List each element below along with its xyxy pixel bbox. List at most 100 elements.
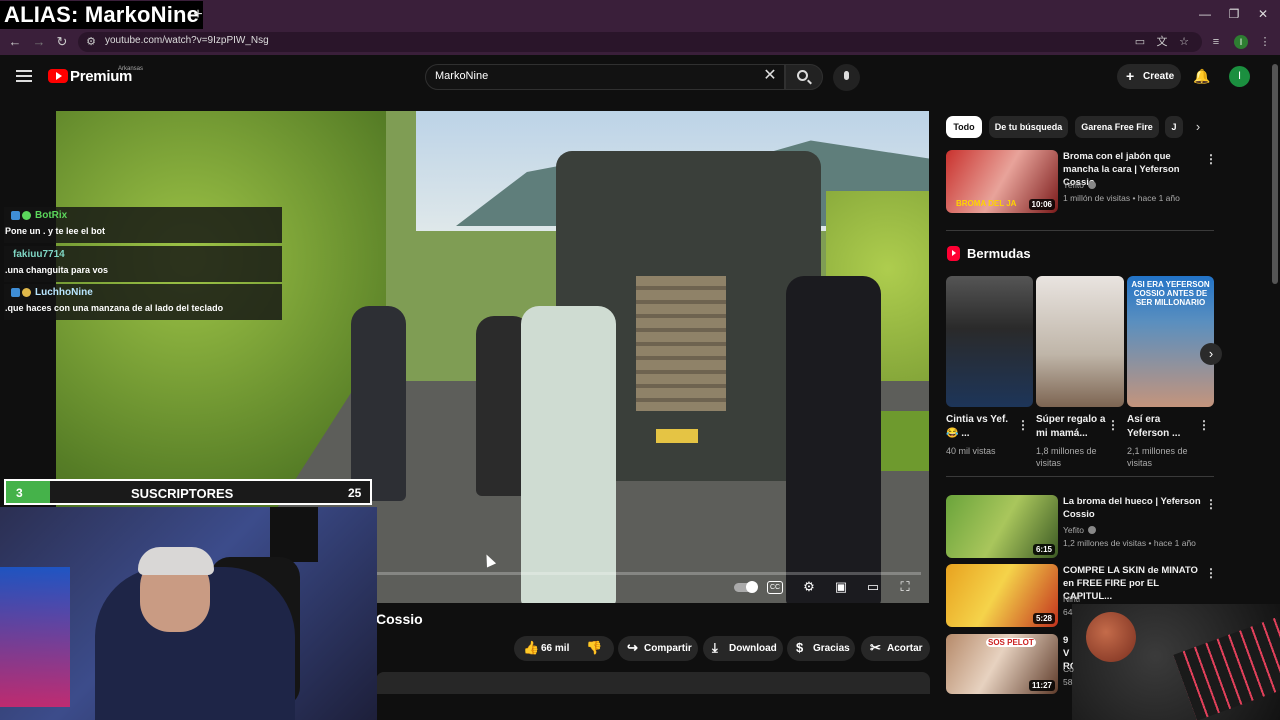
clip-button[interactable]: ✂ Acortar: [861, 636, 930, 661]
chip-search[interactable]: De tu búsqueda: [989, 116, 1068, 138]
back-icon[interactable]: ←: [5, 33, 25, 51]
short-thumbnail[interactable]: ASI ERA YEFERSON COSSIO ANTES DE SER MIL…: [1127, 276, 1214, 407]
channel-name[interactable]: Yefito: [1063, 179, 1084, 191]
browser-menu-icon[interactable]: ⋮: [1257, 34, 1273, 50]
video-duration: 6:15: [1032, 544, 1055, 555]
video-frame-person: [351, 306, 406, 501]
cast-icon[interactable]: ▭: [1132, 34, 1148, 50]
streamer-webcam: [0, 507, 377, 720]
download-icon: ⤓: [712, 640, 718, 655]
channel-name[interactable]: Yefito: [1063, 524, 1084, 536]
thanks-button[interactable]: $ Gracias: [787, 636, 855, 661]
more-options-icon[interactable]: ⋮: [1205, 497, 1217, 511]
translate-icon[interactable]: 文: [1154, 34, 1170, 50]
video-thumbnail[interactable]: SOS PELOT 11:27: [946, 634, 1058, 694]
like-dislike-group[interactable]: 👍 66 mil 👎: [514, 636, 614, 661]
subscriber-goal-bar: 3 SUSCRIPTORES 25: [4, 479, 372, 505]
create-button[interactable]: + Create: [1117, 64, 1181, 89]
video-duration: 5:28: [1032, 613, 1055, 624]
forward-icon[interactable]: →: [29, 33, 49, 51]
share-button[interactable]: ↪ Compartir: [618, 636, 698, 661]
short-title[interactable]: Así era Yeferson ...: [1127, 413, 1197, 441]
new-tab-button[interactable]: +: [188, 5, 208, 25]
url-text[interactable]: youtube.com/watch?v=9IzpPIW_Nsg: [105, 35, 269, 46]
share-icon: ↪: [627, 640, 638, 655]
chat-message: BotRix Pone un . y te lee el bot: [4, 207, 282, 243]
subscriber-label: SUSCRIPTORES: [131, 486, 234, 501]
short-thumbnail[interactable]: [946, 276, 1033, 407]
section-divider: [946, 230, 1214, 231]
video-thumbnail[interactable]: BROMA DEL JA 10:06: [946, 150, 1058, 213]
search-button[interactable]: [785, 64, 823, 90]
download-button[interactable]: ⤓ Download: [703, 636, 783, 661]
download-label: Download: [729, 643, 777, 654]
like-count[interactable]: 66 mil: [541, 643, 569, 654]
site-info-icon[interactable]: ⚙: [83, 34, 99, 50]
video-thumbnail[interactable]: 5:28: [946, 564, 1058, 627]
video-meta: 58: [1063, 677, 1073, 687]
create-label: Create: [1143, 71, 1175, 82]
region-label: Arkansas: [118, 66, 144, 72]
more-options-icon[interactable]: ⋮: [1205, 566, 1217, 580]
autoplay-toggle[interactable]: [734, 581, 758, 593]
video-duration: 10:06: [1028, 199, 1055, 210]
theater-mode-icon[interactable]: ▭: [863, 578, 883, 596]
bookmark-star-icon[interactable]: ☆: [1176, 34, 1192, 50]
more-options-icon[interactable]: ⋮: [1205, 152, 1217, 166]
chip-free-fire[interactable]: Garena Free Fire: [1075, 116, 1159, 138]
clear-search-icon[interactable]: ✕: [762, 68, 778, 84]
browser-profile-icon[interactable]: I: [1234, 35, 1248, 49]
thumbnail-text: BROMA DEL JA: [956, 199, 1017, 208]
streamer-hair: [138, 547, 214, 575]
like-icon[interactable]: 👍: [523, 640, 539, 656]
video-title[interactable]: COMPRE LA SKIN de MINATO en FREE FIRE po…: [1063, 564, 1203, 603]
description-box[interactable]: [376, 672, 930, 694]
short-title[interactable]: Súper regalo a mi mamá...: [1036, 413, 1106, 441]
video-title[interactable]: Broma con el jabón que mancha la cara | …: [1063, 150, 1203, 189]
hand-camera: [1072, 604, 1280, 720]
subscriber-goal-fill: [6, 481, 50, 503]
settings-gear-icon[interactable]: ⚙: [799, 578, 819, 596]
more-options-icon[interactable]: ⋮: [1107, 418, 1119, 432]
video-frame-crate: [636, 276, 726, 411]
fullscreen-icon[interactable]: ⛶: [895, 578, 915, 596]
more-options-icon[interactable]: ⋮: [1198, 418, 1210, 432]
more-options-icon[interactable]: ⋮: [1017, 418, 1029, 432]
subscriber-goal: 25: [348, 486, 362, 500]
short-title[interactable]: Cintia vs Yef. 😂 ...: [946, 413, 1016, 441]
subtitles-icon[interactable]: CC: [767, 581, 783, 594]
close-window-icon[interactable]: ✕: [1252, 5, 1274, 23]
sub-badge-icon: [22, 288, 31, 297]
notifications-bell-icon[interactable]: 🔔: [1193, 68, 1210, 84]
account-avatar[interactable]: I: [1229, 66, 1250, 87]
chip-todo[interactable]: Todo: [946, 116, 982, 138]
video-title[interactable]: La broma del hueco | Yeferson Cossio: [1063, 495, 1203, 521]
reading-list-icon[interactable]: ≡: [1208, 34, 1224, 50]
thumbnail-text: ASI ERA YEFERSON COSSIO ANTES DE SER MIL…: [1131, 280, 1210, 307]
mod-badge-icon: [11, 211, 20, 220]
youtube-logo-icon[interactable]: [48, 69, 68, 83]
keyboard-object: [1173, 617, 1280, 720]
search-icon: [797, 70, 808, 81]
verified-badge-icon: [22, 211, 31, 220]
hamburger-menu-icon[interactable]: [16, 68, 32, 84]
minimize-icon[interactable]: —: [1194, 5, 1216, 23]
restore-icon[interactable]: ❐: [1223, 5, 1245, 23]
shorts-next-arrow-icon[interactable]: ›: [1200, 343, 1222, 365]
shorts-icon: [947, 246, 960, 261]
voice-search-button[interactable]: [833, 64, 860, 91]
dislike-icon[interactable]: 👎: [586, 640, 602, 656]
short-views: 40 mil vistas: [946, 446, 996, 456]
page-scrollbar[interactable]: [1272, 64, 1278, 284]
search-input-value[interactable]: MarkoNine: [435, 70, 488, 82]
reload-icon[interactable]: ↻: [52, 33, 72, 51]
chevron-right-icon[interactable]: ›: [1190, 119, 1206, 135]
chip-more[interactable]: J: [1165, 116, 1183, 138]
microphone-icon: [844, 71, 849, 80]
short-thumbnail[interactable]: [1036, 276, 1124, 407]
miniplayer-icon[interactable]: ▣: [831, 578, 851, 596]
video-thumbnail[interactable]: 6:15: [946, 495, 1058, 558]
channel-name[interactable]: Co: [1063, 663, 1074, 675]
channel-name[interactable]: Niriti: [1063, 593, 1080, 605]
chat-username: LuchhoNine: [35, 287, 93, 298]
